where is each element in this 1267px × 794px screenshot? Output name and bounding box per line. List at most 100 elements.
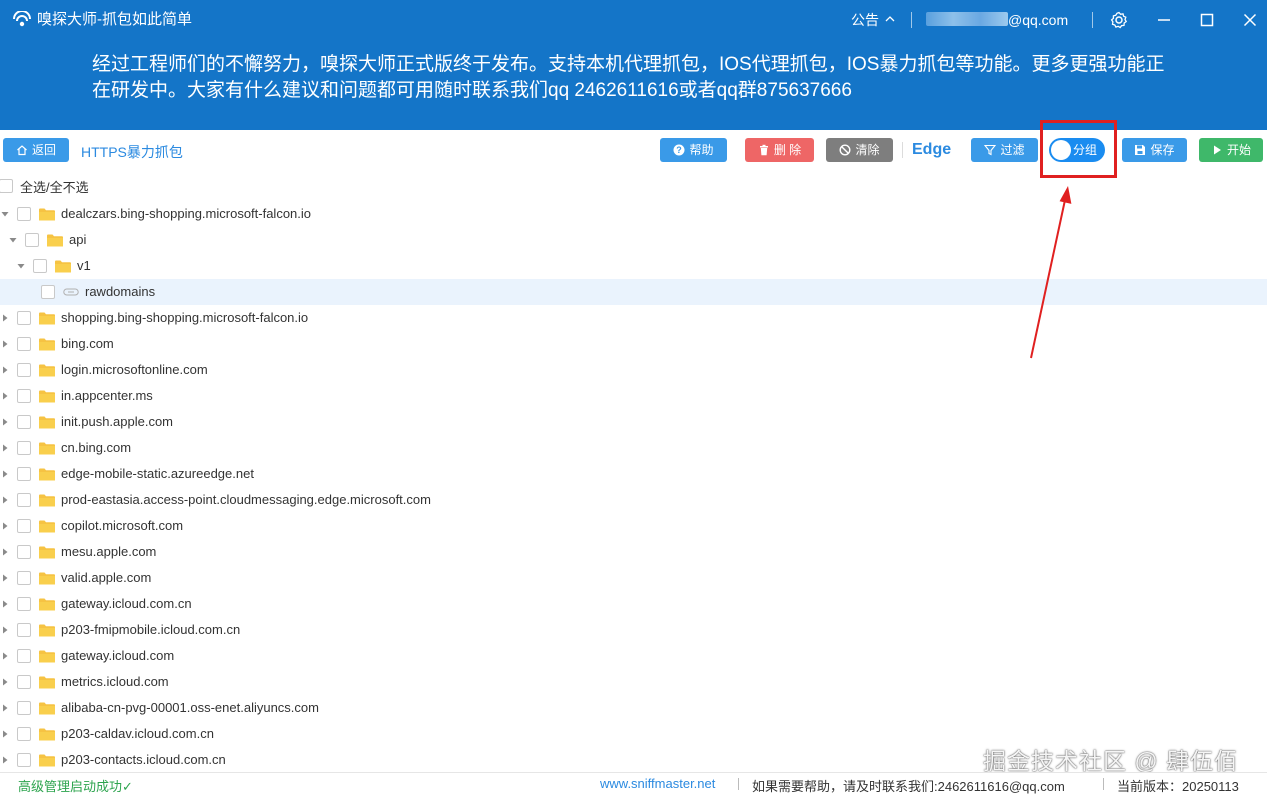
row-checkbox[interactable] [17, 441, 31, 455]
caret-right-icon[interactable] [1, 418, 9, 426]
help-button[interactable]: ? 帮助 [660, 138, 727, 162]
website-link[interactable]: www.sniffmaster.net [600, 776, 715, 791]
row-checkbox[interactable] [17, 415, 31, 429]
status-bar: 高级管理启动成功✓ www.sniffmaster.net 如果需要帮助，请及时… [0, 772, 1267, 794]
save-button-label: 保存 [1150, 143, 1175, 157]
row-checkbox[interactable] [17, 545, 31, 559]
caret-right-icon[interactable] [1, 340, 9, 348]
caret-right-icon[interactable] [1, 756, 9, 764]
minimize-icon[interactable] [1154, 10, 1174, 30]
tree-row[interactable]: p203-fmipmobile.icloud.com.cn [0, 617, 1267, 643]
tree-row-label: metrics.icloud.com [61, 674, 169, 689]
tree-row[interactable]: gateway.icloud.com [0, 643, 1267, 669]
window-title: 嗅探大师-抓包如此简单 [37, 11, 192, 28]
caret-right-icon[interactable] [1, 730, 9, 738]
caret-right-icon[interactable] [1, 652, 9, 660]
tree-row[interactable]: v1 [0, 253, 1267, 279]
caret-right-icon[interactable] [1, 548, 9, 556]
notice-button[interactable]: 公告 [851, 11, 896, 29]
tree-row[interactable]: rawdomains [0, 279, 1267, 305]
tree-row-label: edge-mobile-static.azureedge.net [61, 466, 254, 481]
floppy-disk-icon [1135, 145, 1146, 155]
version-text: 当前版本：20250113 [1117, 779, 1239, 794]
back-button[interactable]: 返回 [3, 138, 69, 162]
tree-row[interactable]: copilot.microsoft.com [0, 513, 1267, 539]
caret-right-icon[interactable] [1, 392, 9, 400]
clear-button[interactable]: 清除 [826, 138, 893, 162]
tree-row[interactable]: in.appcenter.ms [0, 383, 1267, 409]
tree-row[interactable]: api [0, 227, 1267, 253]
caret-right-icon[interactable] [1, 470, 9, 478]
caret-right-icon[interactable] [1, 366, 9, 374]
row-checkbox[interactable] [41, 285, 55, 299]
svg-text:?: ? [677, 145, 683, 155]
row-checkbox[interactable] [17, 337, 31, 351]
row-checkbox[interactable] [17, 363, 31, 377]
caret-right-icon[interactable] [1, 314, 9, 322]
caret-right-icon[interactable] [1, 496, 9, 504]
caret-down-icon[interactable] [9, 236, 17, 244]
maximize-icon[interactable] [1197, 10, 1217, 30]
folder-icon [39, 442, 55, 455]
row-checkbox[interactable] [17, 727, 31, 741]
row-checkbox[interactable] [17, 571, 31, 585]
tree-row[interactable]: valid.apple.com [0, 565, 1267, 591]
settings-gear-icon[interactable] [1109, 10, 1129, 30]
caret-right-icon[interactable] [1, 600, 9, 608]
toolbar-separator [902, 142, 903, 158]
row-checkbox[interactable] [17, 597, 31, 611]
tree-row[interactable]: dealczars.bing-shopping.microsoft-falcon… [0, 201, 1267, 227]
tree-row[interactable]: shopping.bing-shopping.microsoft-falcon.… [0, 305, 1267, 331]
caret-down-icon[interactable] [1, 210, 9, 218]
caret-right-icon[interactable] [1, 678, 9, 686]
tree-row[interactable]: edge-mobile-static.azureedge.net [0, 461, 1267, 487]
tree-row-label: gateway.icloud.com.cn [61, 596, 192, 611]
tree-row[interactable]: mesu.apple.com [0, 539, 1267, 565]
caret-right-icon[interactable] [1, 574, 9, 582]
row-checkbox[interactable] [17, 519, 31, 533]
row-checkbox[interactable] [17, 753, 31, 767]
close-icon[interactable] [1240, 10, 1260, 30]
row-checkbox[interactable] [17, 467, 31, 481]
select-all-checkbox[interactable] [0, 179, 13, 193]
caret-right-icon[interactable] [1, 704, 9, 712]
tree-row[interactable]: prod-eastasia.access-point.cloudmessagin… [0, 487, 1267, 513]
row-checkbox[interactable] [33, 259, 47, 273]
tree-row[interactable]: gateway.icloud.com.cn [0, 591, 1267, 617]
folder-icon [39, 650, 55, 663]
folder-icon [39, 624, 55, 637]
tree-row[interactable]: cn.bing.com [0, 435, 1267, 461]
title-bar[interactable]: 嗅探大师-抓包如此简单 公告 @qq.com [0, 0, 1267, 40]
tree-row[interactable]: alibaba-cn-pvg-00001.oss-enet.aliyuncs.c… [0, 695, 1267, 721]
row-checkbox[interactable] [17, 311, 31, 325]
row-checkbox[interactable] [17, 701, 31, 715]
row-checkbox[interactable] [25, 233, 39, 247]
tree-row[interactable]: metrics.icloud.com [0, 669, 1267, 695]
tree-row-label: p203-caldav.icloud.com.cn [61, 726, 214, 741]
delete-button[interactable]: 删 除 [745, 138, 814, 162]
tree-row[interactable]: init.push.apple.com [0, 409, 1267, 435]
filter-icon [984, 144, 997, 156]
row-checkbox[interactable] [17, 493, 31, 507]
row-checkbox[interactable] [17, 675, 31, 689]
tree-row[interactable]: bing.com [0, 331, 1267, 357]
filter-button[interactable]: 过滤 [971, 138, 1038, 162]
caret-right-icon[interactable] [1, 626, 9, 634]
select-all[interactable]: 全选/全不选 [0, 177, 89, 195]
save-button[interactable]: 保存 [1122, 138, 1187, 162]
caret-down-icon[interactable] [17, 262, 25, 270]
caret-right-icon[interactable] [1, 444, 9, 452]
tree-row[interactable]: login.microsoftonline.com [0, 357, 1267, 383]
page-title: HTTPS暴力抓包 [81, 144, 183, 160]
row-checkbox[interactable] [17, 649, 31, 663]
row-checkbox[interactable] [17, 389, 31, 403]
clear-button-label: 清除 [855, 143, 880, 157]
row-checkbox[interactable] [17, 623, 31, 637]
play-icon [1213, 145, 1221, 155]
account-email: @qq.com [1008, 12, 1069, 28]
start-button[interactable]: 开始 [1199, 138, 1263, 162]
tree-row-label: in.appcenter.ms [61, 388, 153, 403]
title-separator [911, 12, 912, 28]
row-checkbox[interactable] [17, 207, 31, 221]
caret-right-icon[interactable] [1, 522, 9, 530]
